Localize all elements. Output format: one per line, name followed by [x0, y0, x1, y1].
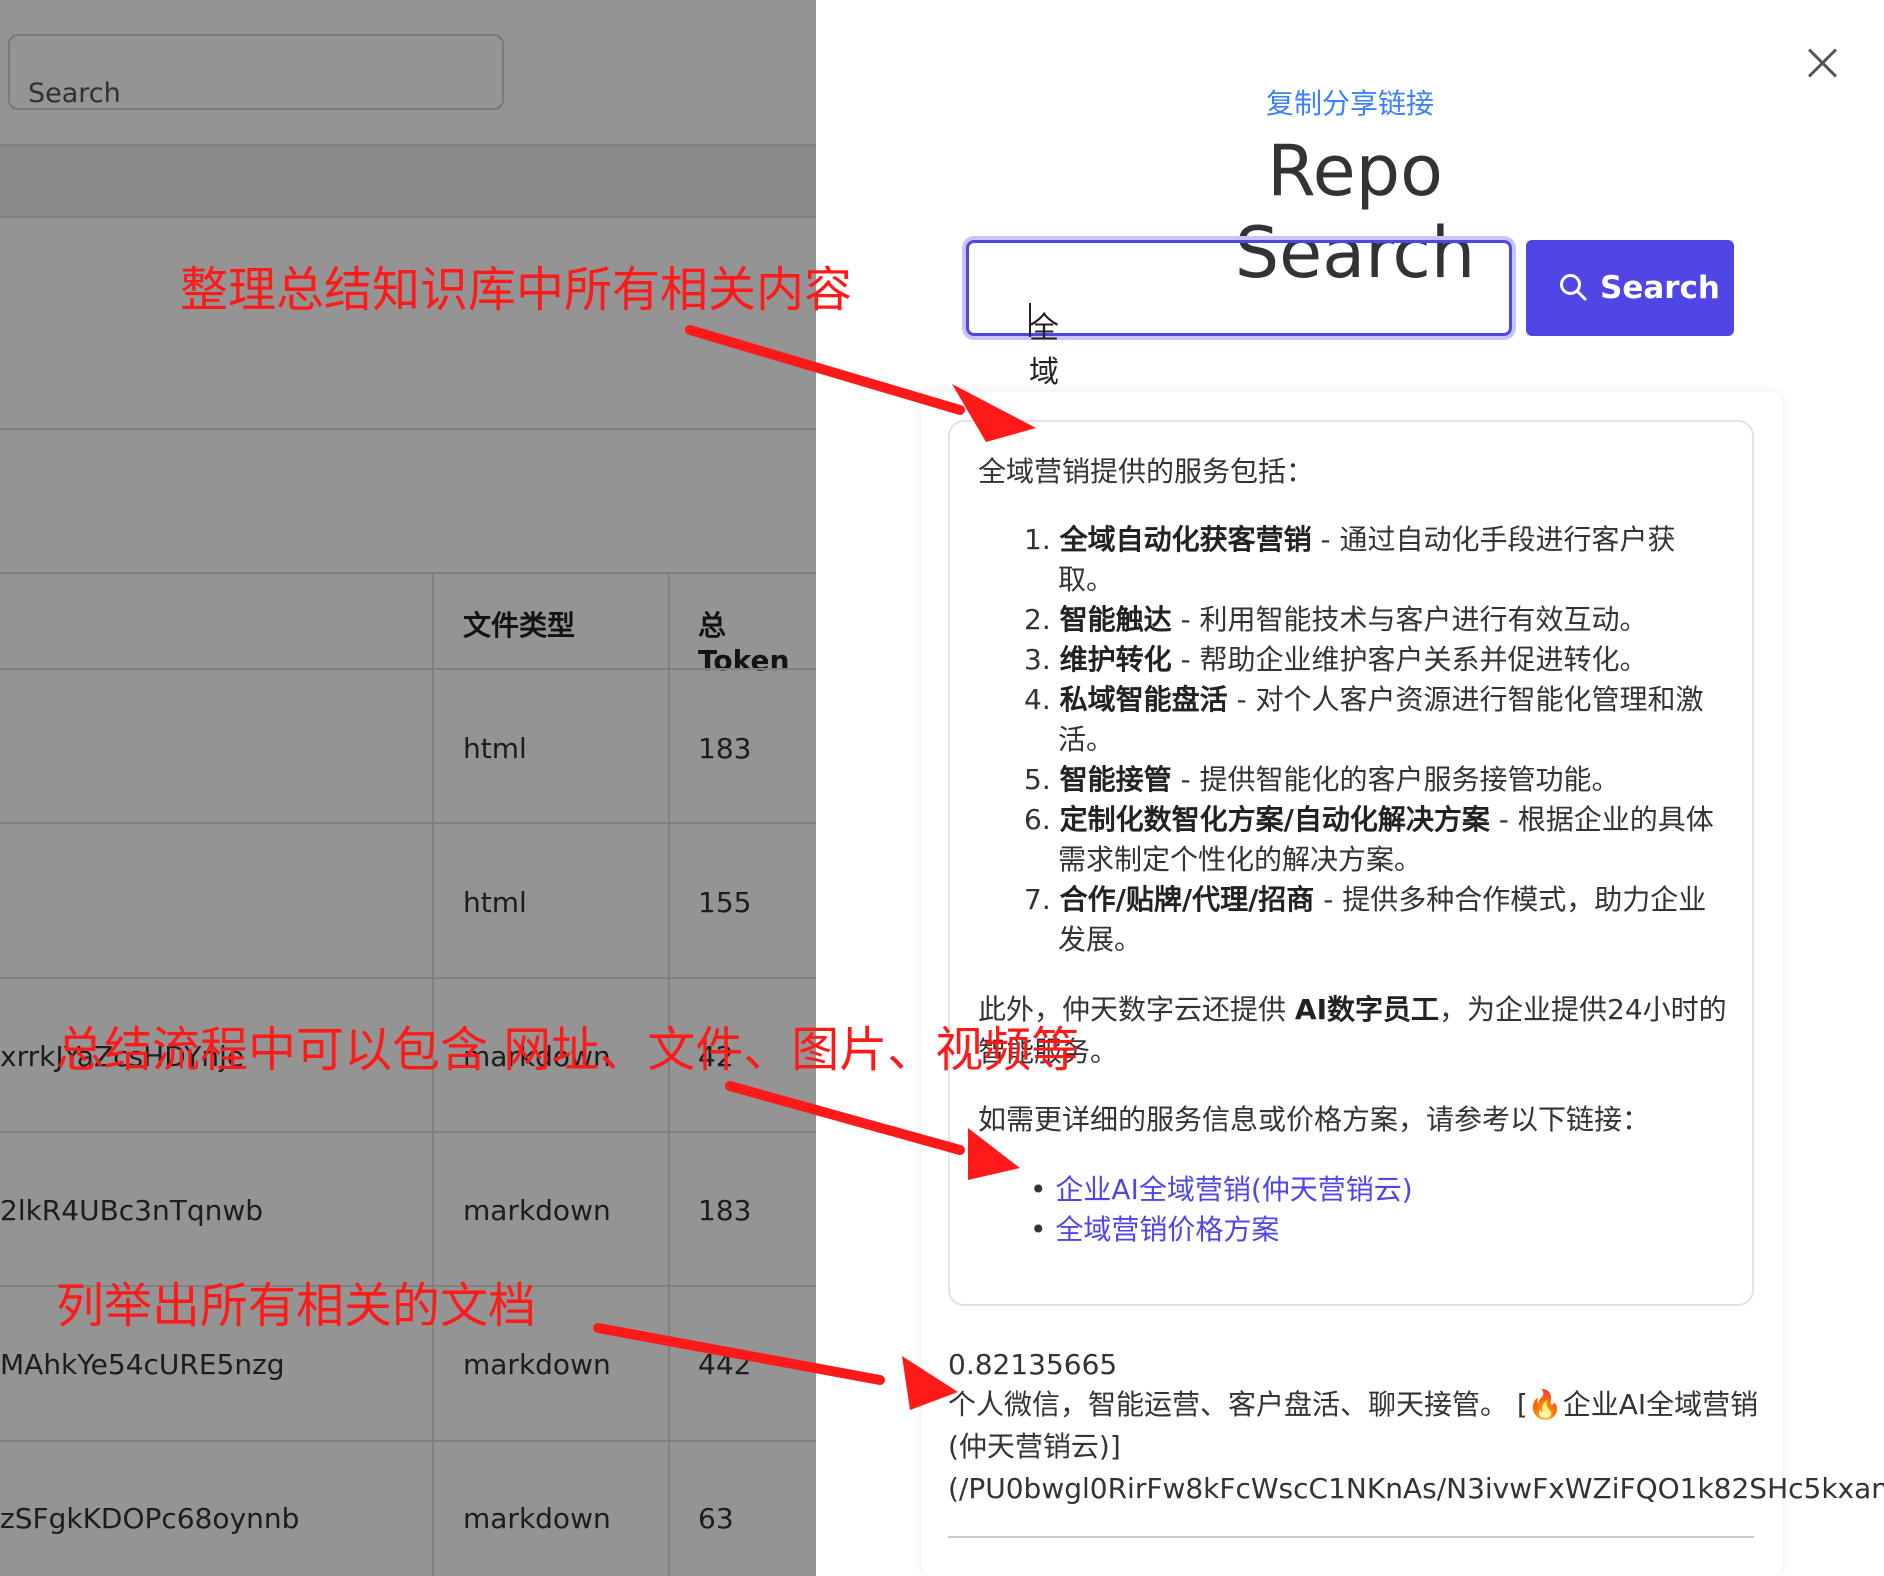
annotation-text: 总结流程中可以包含 网址、文件、图片、视频等	[56, 1022, 1080, 1078]
annotation-text: 列举出所有相关的文档	[56, 1278, 537, 1334]
annotation-text: 整理总结知识库中所有相关内容	[180, 262, 853, 318]
annotation-arrows	[593, 325, 1036, 1410]
